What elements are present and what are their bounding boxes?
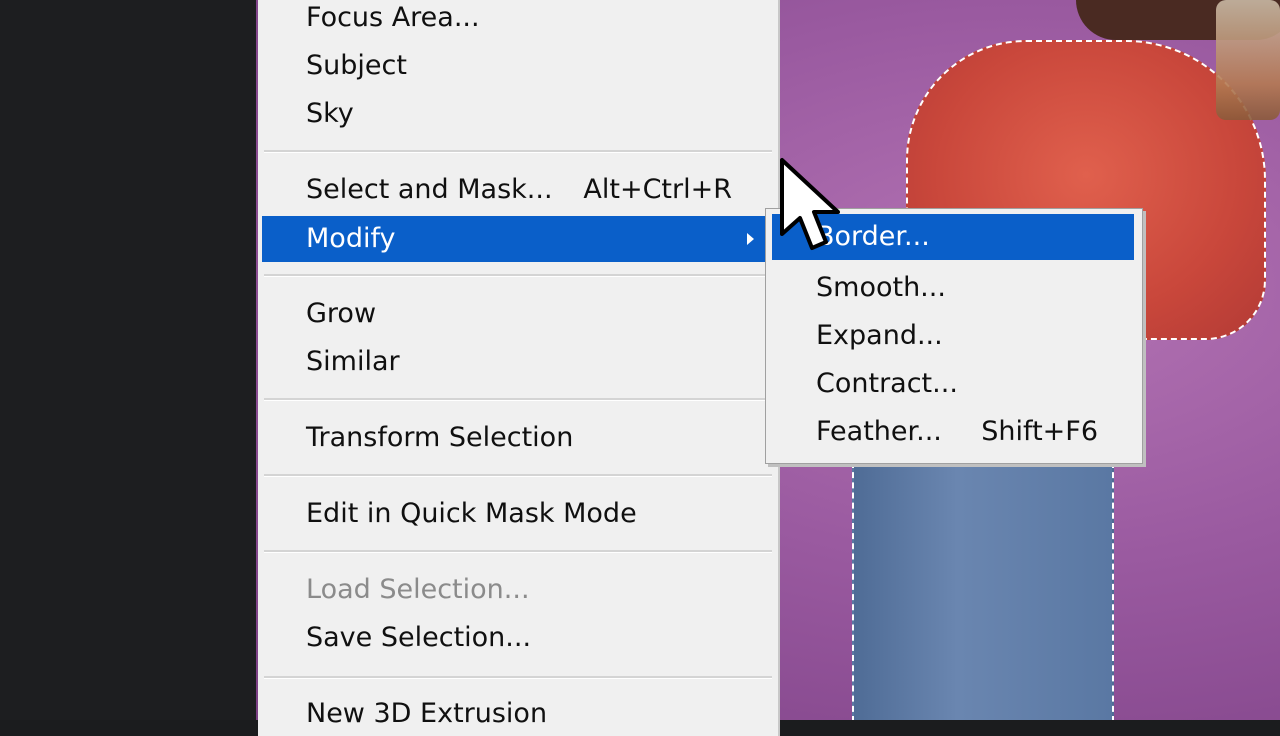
shortcut-label: Alt+Ctrl+R: [583, 174, 732, 205]
menu-item-load-selection: Load Selection...: [306, 568, 738, 612]
menu-item-grow[interactable]: Grow: [306, 292, 738, 336]
menu-item-quick-mask[interactable]: Edit in Quick Mask Mode: [306, 492, 738, 536]
menu-item-label: Modify: [306, 223, 396, 254]
menu-separator: [264, 150, 772, 153]
menu-item-focus-area[interactable]: Focus Area...: [306, 0, 738, 40]
photo-glass: [1216, 0, 1280, 120]
submenu-item-smooth[interactable]: Smooth...: [816, 266, 1102, 310]
menu-item-save-selection[interactable]: Save Selection...: [306, 616, 738, 660]
menu-separator: [264, 474, 772, 477]
menu-item-new-3d-extrusion[interactable]: New 3D Extrusion: [306, 692, 738, 736]
menu-item-label: Feather...: [816, 416, 942, 447]
menu-separator: [264, 676, 772, 679]
menu-separator: [264, 398, 772, 401]
select-menu: Focus Area... Subject Sky Select and Mas…: [258, 0, 778, 736]
menu-item-label: Similar: [306, 346, 400, 377]
mouse-pointer-icon: [780, 158, 840, 250]
shortcut-label: Shift+F6: [981, 416, 1098, 447]
menu-item-label: Edit in Quick Mask Mode: [306, 498, 637, 529]
submenu-item-feather[interactable]: Feather... Shift+F6: [816, 410, 1102, 454]
tools-panel: [0, 0, 256, 720]
menu-item-label: Smooth...: [816, 272, 946, 303]
menu-item-label: Select and Mask...: [306, 174, 553, 205]
menu-separator: [264, 274, 772, 277]
menu-item-label: Transform Selection: [306, 422, 574, 453]
submenu-item-contract[interactable]: Contract...: [816, 362, 1102, 406]
photo-jeans-selected: [852, 462, 1114, 720]
menu-item-subject[interactable]: Subject: [306, 44, 738, 88]
menu-item-label: Grow: [306, 298, 377, 329]
menu-item-sky[interactable]: Sky: [306, 92, 738, 136]
menu-item-label: New 3D Extrusion: [306, 698, 548, 729]
menu-item-label: Save Selection...: [306, 622, 532, 653]
menu-item-label: Subject: [306, 50, 407, 81]
submenu-item-expand[interactable]: Expand...: [816, 314, 1102, 358]
menu-item-label: Focus Area...: [306, 2, 480, 33]
menu-item-select-and-mask[interactable]: Select and Mask... Alt+Ctrl+R: [306, 168, 738, 212]
menu-item-label: Load Selection...: [306, 574, 530, 605]
menu-item-label: Expand...: [816, 320, 943, 351]
menu-item-modify[interactable]: Modify: [262, 216, 774, 262]
menu-item-similar[interactable]: Similar: [306, 340, 738, 384]
menu-item-label: Contract...: [816, 368, 958, 399]
menu-item-transform-selection[interactable]: Transform Selection: [306, 416, 738, 460]
submenu-arrow-icon: [747, 233, 754, 245]
menu-separator: [264, 550, 772, 553]
menu-item-label: Sky: [306, 98, 354, 129]
